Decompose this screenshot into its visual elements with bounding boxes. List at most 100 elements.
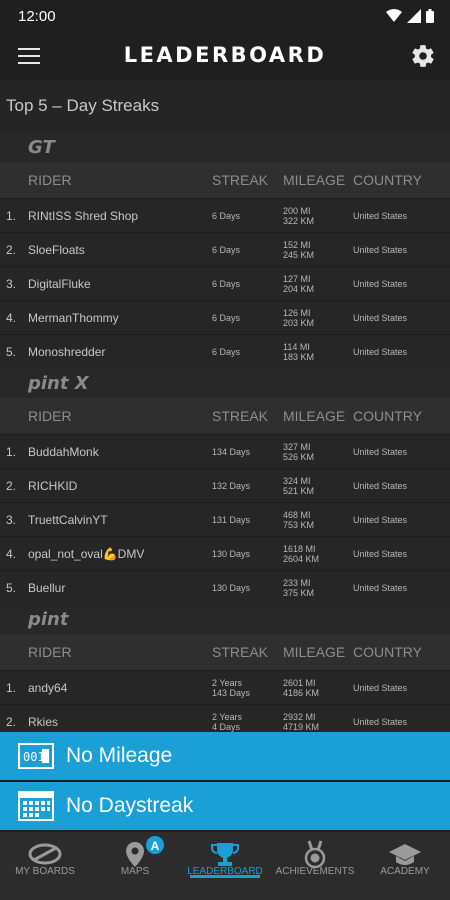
mileage-line: 152 MI [283,240,311,250]
column-header-rider[interactable]: RIDER [28,172,72,188]
leaderboard-content[interactable]: Top 5 – Day Streaks GT RIDER STREAK MILEAGE… [0,80,450,732]
rider-name: MermanThommy [28,311,119,325]
streak-line: 2 Years [212,712,243,722]
nav-label: MY BOARDS [15,866,75,877]
mileage-value: 152 MI 245 KM [283,240,314,260]
row-rank: 1. [6,445,17,459]
streak-value: 6 Days [212,347,240,357]
mileage-value: 233 MI 375 KM [283,578,314,598]
streak-value: 131 Days [212,515,250,525]
streak-value: 6 Days [212,279,240,289]
mileage-line: 322 KM [283,216,315,226]
streak-line: 2 Years [212,678,243,688]
table-row[interactable]: 2. Rkies 2 Years 4 Days 2932 MI 4719 KM United… [0,704,450,732]
nav-my-boards[interactable]: MY BOARDS [0,832,90,900]
mileage-value: 1618 MI 2604 KM [283,544,319,564]
page-title: LEADERBOARD [123,43,327,67]
mileage-line: 204 KM [283,284,315,294]
board-logo-row: GT [0,132,450,162]
mileage-value: 126 MI 203 KM [283,308,314,328]
gear-icon[interactable] [410,43,436,69]
maps-badge: A [145,835,165,855]
table-row[interactable]: 3. TruettCalvinYT 131 Days 468 MI 753 KM Unit… [0,502,450,536]
mileage-line: 2604 KM [283,554,320,564]
row-rank: 5. [6,581,17,595]
table-row[interactable]: 4. opal_not_oval💪DMV 130 Days 1618 MI 2604 K… [0,536,450,570]
rider-name: TruettCalvinYT [28,513,108,527]
status-bar: 12:00 [0,0,450,32]
streak-value: 134 Days [212,447,250,457]
rider-name: Buellur [28,581,66,595]
streak-line: 130 Days [212,583,251,593]
streak-value: 130 Days [212,583,250,593]
column-header-streak[interactable]: STREAK [212,644,268,660]
streak-line: 131 Days [212,515,251,525]
row-rank: 1. [6,209,17,223]
mileage-line: 127 MI [283,274,311,284]
row-rank: 1. [6,681,17,695]
mileage-line: 375 KM [283,588,315,598]
mileage-line: 4186 KM [283,688,320,698]
mileage-value: 127 MI 204 KM [283,274,314,294]
bottom-nav: MY BOARDS A MAPS LEADERBOARD ACHIEVEMENT… [0,832,450,900]
column-header-mileage[interactable]: MILEAGE [283,172,345,188]
table-row[interactable]: 4. MermanThommy 6 Days 126 MI 203 KM United S… [0,300,450,334]
calendar-icon [18,791,54,821]
no-mileage-banner[interactable]: 001 No Mileage [0,732,450,780]
odometer-icon: 001 [18,743,54,769]
nav-achievements[interactable]: ACHIEVEMENTS [270,832,360,900]
table-row[interactable]: 1. BuddahMonk 134 Days 327 MI 526 KM United S… [0,434,450,468]
row-rank: 2. [6,715,17,729]
table-header: RIDER STREAK MILEAGE COUNTRY [0,634,450,670]
row-rank: 3. [6,513,17,527]
rider-name: DigitalFluke [28,277,91,291]
column-header-country[interactable]: COUNTRY [353,408,422,424]
table-row[interactable]: 2. RICHKID 132 Days 324 MI 521 KM United Stat… [0,468,450,502]
country-value: United States [353,245,408,255]
rider-name: BuddahMonk [28,445,99,459]
table-row[interactable]: 5. Monoshredder 6 Days 114 MI 183 KM United S… [0,334,450,368]
rider-name: opal_not_oval💪DMV [28,547,145,561]
column-header-streak[interactable]: STREAK [212,172,268,188]
mileage-value: 324 MI 521 KM [283,476,314,496]
table-header: RIDER STREAK MILEAGE COUNTRY [0,162,450,198]
nav-maps[interactable]: A MAPS [90,832,180,900]
streak-value: 130 Days [212,549,250,559]
column-header-rider[interactable]: RIDER [28,644,72,660]
column-header-mileage[interactable]: MILEAGE [283,644,345,660]
column-header-mileage[interactable]: MILEAGE [283,408,345,424]
streak-value: 2 Years 4 Days [212,712,242,732]
column-header-rider[interactable]: RIDER [28,408,72,424]
board-logo: GT [28,136,55,158]
no-daystreak-banner[interactable]: No Daystreak [0,782,450,830]
nav-label: MAPS [120,866,150,877]
mileage-line: 245 KM [283,250,315,260]
table-row[interactable]: 2. SloeFloats 6 Days 152 MI 245 KM United Sta… [0,232,450,266]
mileage-line: 2932 MI [283,712,316,722]
row-rank: 4. [6,547,17,561]
table-row[interactable]: 3. DigitalFluke 6 Days 127 MI 204 KM United S… [0,266,450,300]
country-value: United States [353,683,408,693]
mileage-line: 203 KM [283,318,315,328]
table-row[interactable]: 1. RINtISS Shred Shop 6 Days 200 MI 322 KM Un… [0,198,450,232]
mileage-line: 126 MI [283,308,311,318]
mileage-line: 753 KM [283,520,315,530]
mileage-line: 521 KM [283,486,315,496]
streak-line: 6 Days [212,279,241,289]
country-value: United States [353,717,408,727]
country-value: United States [353,549,408,559]
nav-academy[interactable]: ACADEMY [360,832,450,900]
table-row[interactable]: 5. Buellur 130 Days 233 MI 375 KM United Stat… [0,570,450,604]
row-rank: 5. [6,345,17,359]
table-row[interactable]: 1. andy64 2 Years 143 Days 2601 MI 4186 KM Uni… [0,670,450,704]
column-header-country[interactable]: COUNTRY [353,644,422,660]
status-icons [386,9,434,23]
column-header-country[interactable]: COUNTRY [353,172,422,188]
mileage-line: 114 MI [283,342,310,352]
no-mileage-label: No Mileage [66,744,173,767]
nav-leaderboard[interactable]: LEADERBOARD [180,832,270,900]
nav-label: ACHIEVEMENTS [275,866,355,877]
mileage-value: 2932 MI 4719 KM [283,712,319,732]
column-header-streak[interactable]: STREAK [212,408,268,424]
mileage-line: 233 MI [283,578,311,588]
